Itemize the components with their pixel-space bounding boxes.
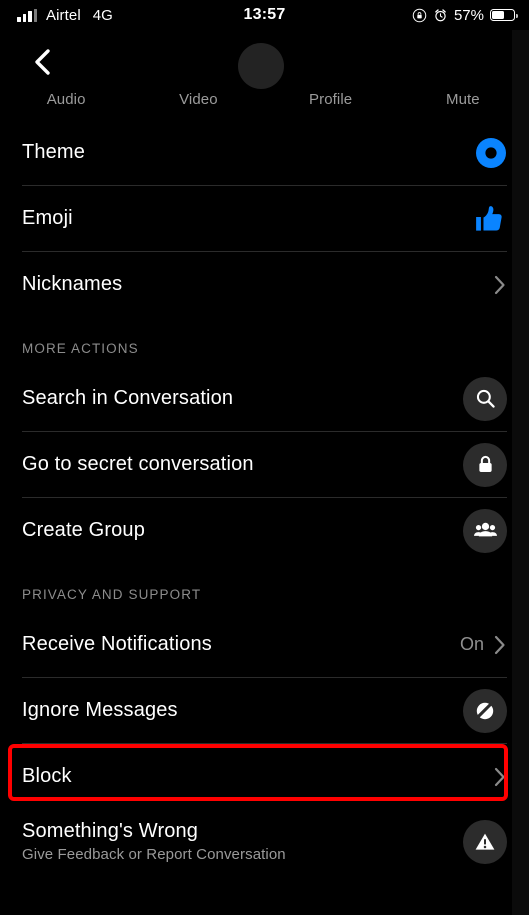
carrier-label: Airtel xyxy=(46,6,81,24)
tab-mute[interactable]: Mute xyxy=(397,91,529,108)
network-type-label: 4G xyxy=(92,6,113,24)
section-header-more-actions: MORE ACTIONS xyxy=(22,341,139,356)
row-somethings-wrong[interactable]: Something's Wrong Give Feedback or Repor… xyxy=(0,809,529,874)
alarm-clock-icon xyxy=(433,8,448,23)
row-label: Create Group xyxy=(22,519,145,541)
tab-profile[interactable]: Profile xyxy=(265,91,397,108)
row-label: Something's Wrong xyxy=(22,820,199,842)
row-label: Ignore Messages xyxy=(22,699,178,721)
search-icon xyxy=(463,376,507,421)
header-action-tabs: Audio Video Profile Mute xyxy=(0,91,529,108)
battery-icon xyxy=(490,8,518,22)
settings-list: Theme Emoji Nicknames MORE ACTIONS Searc… xyxy=(0,120,529,874)
row-label: Go to secret conversation xyxy=(22,453,254,475)
chevron-right-icon xyxy=(493,766,507,788)
row-label: Receive Notifications xyxy=(22,633,212,655)
row-ignore-messages[interactable]: Ignore Messages xyxy=(0,678,529,743)
status-bar-left: Airtel 4G xyxy=(17,7,113,24)
theme-color-circle-icon xyxy=(475,137,507,169)
row-emoji[interactable]: Emoji xyxy=(0,186,529,251)
signal-bars-icon xyxy=(17,8,37,22)
conversation-details-screen: Airtel 4G 13:57 57% Audio Video Profile … xyxy=(0,0,529,915)
row-go-to-secret-conversation[interactable]: Go to secret conversation xyxy=(0,432,529,497)
back-chevron-icon xyxy=(31,47,55,77)
rotation-lock-icon xyxy=(412,8,427,23)
row-value: On xyxy=(459,634,484,654)
row-create-group[interactable]: Create Group xyxy=(0,498,529,563)
row-receive-notifications[interactable]: Receive Notifications On xyxy=(0,612,529,677)
screen-header: Audio Video Profile Mute xyxy=(0,30,529,120)
chevron-right-icon xyxy=(493,274,507,296)
battery-percent-label: 57% xyxy=(453,6,484,24)
back-button[interactable] xyxy=(26,45,60,79)
row-block-wrapper: Block xyxy=(0,744,529,809)
people-group-icon xyxy=(463,508,507,553)
tab-video[interactable]: Video xyxy=(132,91,264,108)
section-header-privacy-and-support: PRIVACY AND SUPPORT xyxy=(22,587,202,602)
tab-audio[interactable]: Audio xyxy=(0,91,132,108)
row-theme[interactable]: Theme xyxy=(0,120,529,185)
lock-icon xyxy=(463,442,507,487)
row-search-in-conversation[interactable]: Search in Conversation xyxy=(0,366,529,431)
row-label: Theme xyxy=(22,141,85,163)
row-label: Search in Conversation xyxy=(22,387,234,409)
chevron-right-icon xyxy=(493,634,507,656)
avatar[interactable] xyxy=(238,43,284,89)
row-label: Nicknames xyxy=(22,273,123,295)
row-label: Emoji xyxy=(22,207,73,229)
warning-triangle-icon xyxy=(463,819,507,864)
ignore-messages-icon xyxy=(463,688,507,733)
row-label: Block xyxy=(22,765,72,787)
status-bar-right: 57% xyxy=(412,6,518,24)
row-sublabel: Give Feedback or Report Conversation xyxy=(22,846,286,863)
row-block[interactable]: Block xyxy=(0,744,529,809)
thumbs-up-icon xyxy=(473,202,507,236)
status-bar: Airtel 4G 13:57 57% xyxy=(0,0,529,30)
right-edge-gutter xyxy=(512,30,529,915)
row-nicknames[interactable]: Nicknames xyxy=(0,252,529,317)
